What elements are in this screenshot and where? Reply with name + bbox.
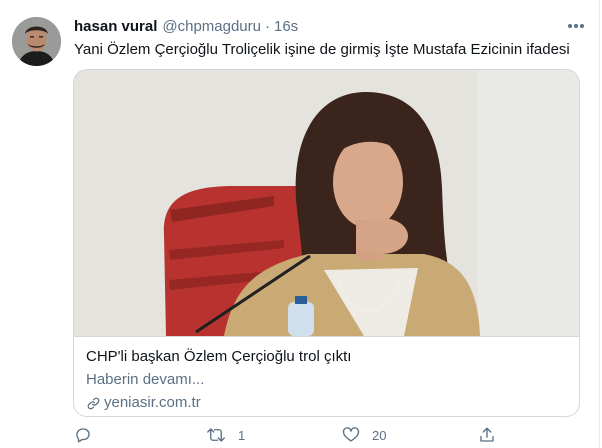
retweet-count: 1 [238, 427, 246, 443]
card-title: CHP'li başkan Özlem Çerçioğlu trol çıktı [86, 348, 352, 365]
tweet-text: Yani Özlem Çerçioğlu Troliçelik işine de… [74, 41, 570, 58]
avatar-photo [12, 17, 61, 66]
avatar[interactable] [12, 17, 61, 66]
retweet-button[interactable]: 1 [206, 426, 245, 444]
link-card[interactable]: CHP'li başkan Özlem Çerçioğlu trol çıktı… [73, 69, 580, 417]
tweet-time[interactable]: 16s [274, 18, 298, 35]
more-dots-icon[interactable] [564, 16, 588, 36]
tweet-header: hasan vural @chpmagduru · 16s [74, 16, 588, 36]
link-icon [87, 397, 100, 409]
like-button[interactable]: 20 [342, 426, 386, 444]
card-domain: yeniasir.com.tr [104, 394, 201, 411]
card-image [74, 70, 579, 336]
reply-button[interactable] [74, 426, 104, 444]
like-count: 20 [372, 427, 387, 443]
timeline-divider [599, 0, 600, 448]
author-name[interactable]: hasan vural [74, 18, 157, 35]
header-separator: · [265, 17, 270, 35]
card-body: CHP'li başkan Özlem Çerçioğlu trol çıktı… [74, 336, 579, 416]
tweet-actions: 1 20 [66, 426, 506, 448]
share-icon [480, 427, 494, 442]
card-description: Haberin devamı... [86, 371, 205, 388]
heart-icon [342, 427, 360, 442]
author-handle[interactable]: @chpmagduru [162, 18, 261, 35]
share-button[interactable] [478, 426, 496, 444]
retweet-icon [207, 428, 225, 442]
reply-icon [76, 428, 90, 443]
card-domain-row: yeniasir.com.tr [86, 393, 567, 413]
